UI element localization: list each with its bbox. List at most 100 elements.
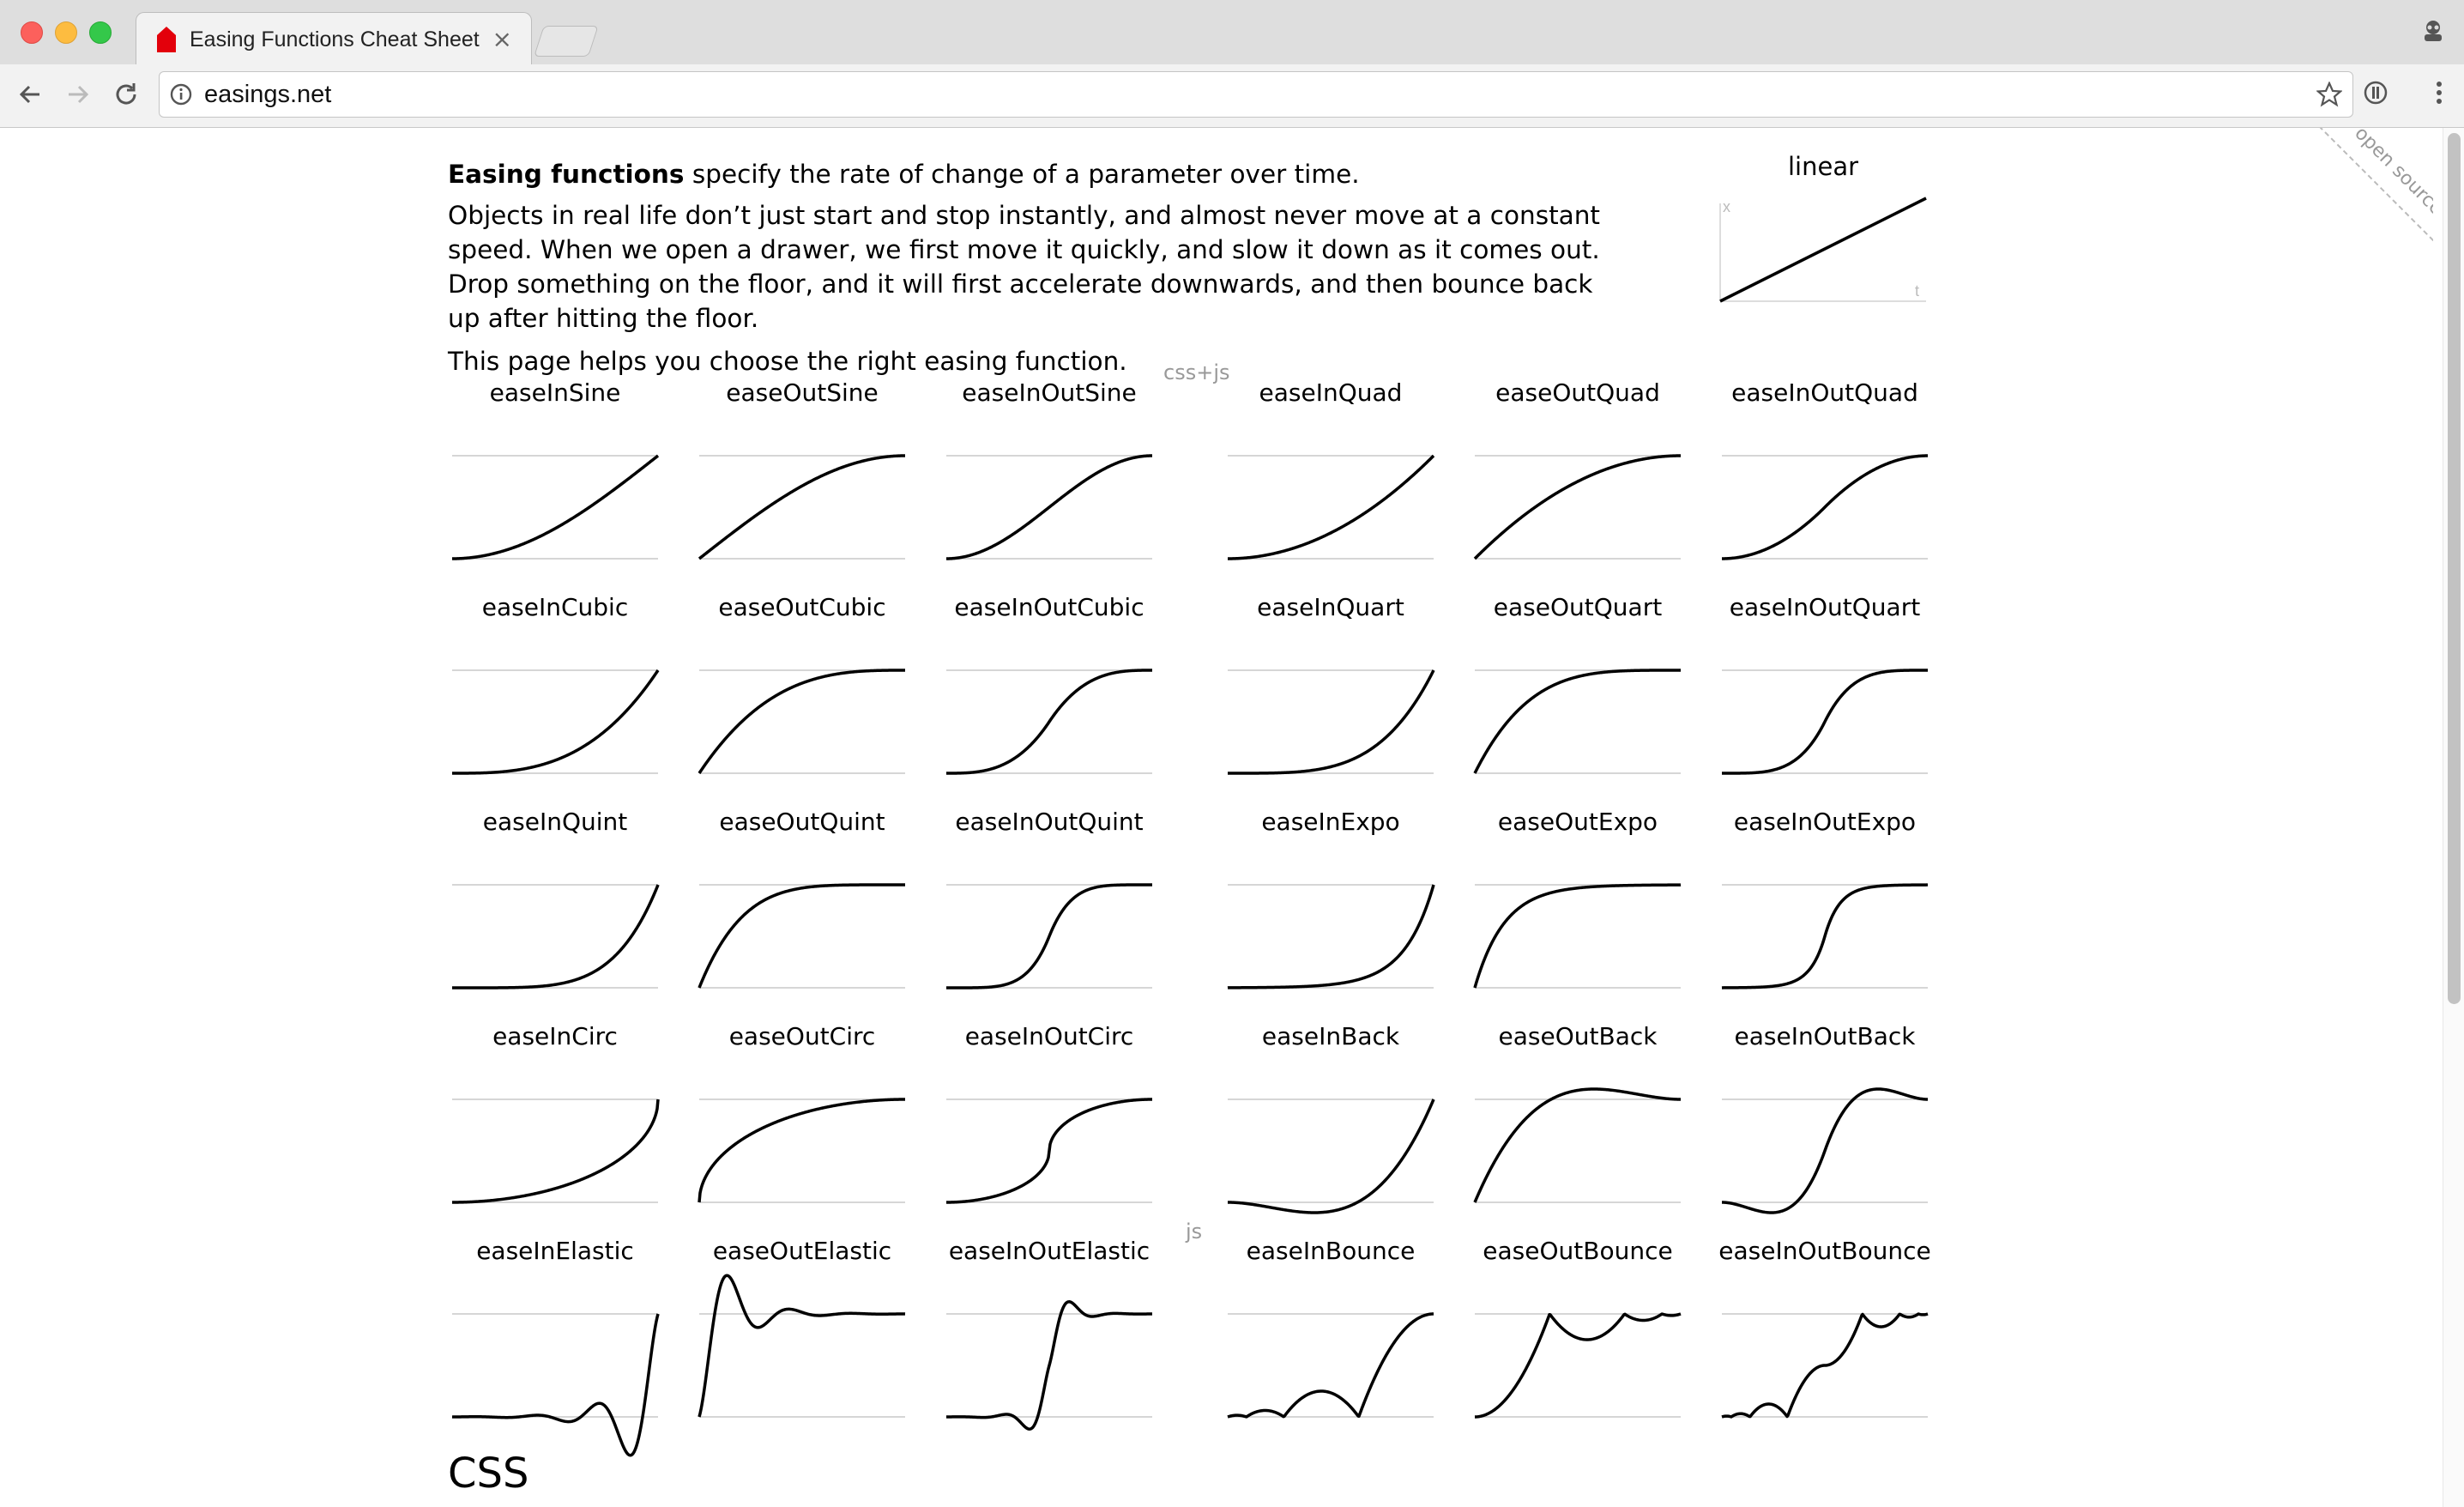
easing-card-ease-in-quart[interactable]: easeInQuart	[1223, 593, 1438, 790]
easing-card-ease-out-quint[interactable]: easeOutQuint	[695, 808, 909, 1005]
easing-curve	[1227, 884, 1435, 990]
reload-icon[interactable]	[112, 80, 141, 109]
easing-name: easeInBack	[1261, 1022, 1400, 1050]
easing-card-ease-out-expo[interactable]: easeOutExpo	[1471, 808, 1685, 1005]
forward-arrow-icon[interactable]	[63, 80, 93, 109]
easing-curve	[1227, 1312, 1434, 1419]
easing-name: easeOutQuart	[1493, 593, 1663, 621]
browser-tab-active[interactable]: Easing Functions Cheat Sheet ×	[136, 12, 532, 66]
easing-name: easeInOutCubic	[954, 593, 1144, 621]
css-section-heading: CSS	[448, 1450, 529, 1498]
easing-card-ease-in-cubic[interactable]: easeInCubic	[448, 593, 662, 790]
easing-curve-plot	[1473, 669, 1682, 774]
intro-call-to-action: This page helps you choose the right eas…	[448, 347, 1127, 376]
window-close-button[interactable]	[21, 21, 43, 44]
easing-card-ease-in-elastic[interactable]: easeInElastic	[448, 1237, 662, 1457]
easing-card-ease-out-quad[interactable]: easeOutQuad	[1471, 378, 1685, 576]
incognito-icon[interactable]	[2419, 17, 2447, 45]
easing-curve-plot	[1473, 1087, 1682, 1203]
easing-curve	[451, 669, 660, 775]
menu-dots-icon[interactable]	[2435, 80, 2443, 106]
easing-curve	[1227, 1098, 1435, 1214]
linear-example[interactable]: linear x t	[1716, 152, 1930, 341]
easing-curve-plot	[1473, 454, 1682, 560]
browser-toolbar: easings.net	[0, 64, 2464, 128]
easing-card-ease-in-quad[interactable]: easeInQuad	[1223, 378, 1438, 576]
bookmark-star-icon[interactable]	[2316, 82, 2342, 107]
easing-card-ease-in-out-quart[interactable]: easeInOutQuart	[1718, 593, 1932, 790]
easing-card-ease-in-back[interactable]: easeInBack	[1223, 1022, 1438, 1220]
easing-card-ease-in-out-back[interactable]: easeInOutBack	[1718, 1022, 1932, 1220]
easing-name: easeOutQuad	[1495, 378, 1660, 407]
easing-curve-plot	[698, 1274, 906, 1418]
open-source-link[interactable]: open source	[2296, 128, 2433, 265]
easing-curve	[1473, 669, 1682, 774]
address-bar[interactable]: easings.net	[159, 71, 2353, 118]
easing-name: easeInOutExpo	[1733, 808, 1917, 836]
easing-curve-plot	[1721, 883, 1929, 990]
easing-curve-plot	[1474, 1312, 1682, 1419]
easing-card-ease-in-out-cubic[interactable]: easeInOutCubic	[942, 593, 1157, 790]
easing-name: easeInOutBounce	[1718, 1237, 1931, 1265]
extension-icon[interactable]	[2363, 80, 2389, 106]
window-maximize-button[interactable]	[89, 21, 112, 44]
easing-card-ease-out-cubic[interactable]: easeOutCubic	[695, 593, 909, 790]
url-text: easings.net	[204, 81, 332, 108]
easing-curve-plot	[1721, 454, 1929, 560]
tab-close-icon[interactable]: ×	[492, 25, 512, 53]
easing-name: easeInQuad	[1259, 378, 1403, 407]
easing-card-ease-in-out-circ[interactable]: easeInOutCirc	[942, 1022, 1157, 1220]
easing-card-ease-in-out-quad[interactable]: easeInOutQuad	[1718, 378, 1932, 576]
easing-curve-plot	[1227, 454, 1435, 560]
easing-name: easeInExpo	[1261, 808, 1400, 836]
easing-card-ease-out-circ[interactable]: easeOutCirc	[695, 1022, 909, 1220]
easing-name: easeInOutSine	[962, 378, 1137, 407]
easing-card-ease-in-circ[interactable]: easeInCirc	[448, 1022, 662, 1220]
page-viewport: open source Easing functions specify the…	[0, 128, 2464, 1507]
easing-card-ease-in-out-quint[interactable]: easeInOutQuint	[942, 808, 1157, 1005]
easing-curve-plot	[945, 454, 1153, 560]
vertical-scrollbar[interactable]	[2443, 128, 2464, 1507]
easing-curve-plot	[451, 1098, 660, 1204]
easing-name: easeInOutCirc	[964, 1022, 1134, 1050]
intro-text: Easing functions specify the rate of cha…	[448, 157, 1649, 387]
easing-curve-plot	[945, 1300, 1153, 1431]
easing-curve	[451, 1098, 660, 1204]
easing-card-ease-in-out-sine[interactable]: easeInOutSine	[942, 378, 1157, 576]
easing-curve-plot	[945, 669, 1153, 775]
window-minimize-button[interactable]	[55, 21, 77, 44]
easing-card-ease-out-back[interactable]: easeOutBack	[1471, 1022, 1685, 1220]
easing-curve	[451, 1313, 660, 1457]
easing-card-ease-in-out-elastic[interactable]: easeInOutElastic	[942, 1237, 1157, 1434]
easing-curve-plot	[1721, 1087, 1929, 1214]
easing-card-ease-in-quint[interactable]: easeInQuint	[448, 808, 662, 1005]
easing-curve	[1721, 1087, 1929, 1214]
easing-card-ease-in-bounce[interactable]: easeInBounce	[1223, 1237, 1438, 1434]
easing-curve	[698, 669, 906, 774]
easing-card-ease-in-out-bounce[interactable]: easeInOutBounce	[1718, 1237, 1932, 1434]
easing-curve	[945, 1098, 1153, 1204]
easing-card-ease-in-sine[interactable]: easeInSine	[448, 378, 662, 576]
js-tag: js	[1186, 1220, 1203, 1244]
intro-lead: Easing functions specify the rate of cha…	[448, 157, 1649, 191]
easing-name: easeOutQuint	[719, 808, 885, 836]
easing-name: easeInCirc	[492, 1022, 618, 1050]
scrollbar-thumb[interactable]	[2448, 133, 2461, 1004]
easing-curve-plot	[1721, 669, 1929, 775]
info-icon[interactable]	[170, 83, 192, 106]
easing-curve	[698, 1274, 906, 1418]
easing-curve	[1474, 1312, 1682, 1419]
easing-card-ease-out-bounce[interactable]: easeOutBounce	[1471, 1237, 1685, 1434]
easing-card-ease-out-sine[interactable]: easeOutSine	[695, 378, 909, 576]
easing-curve	[1721, 1312, 1929, 1419]
easing-curve-plot	[698, 454, 906, 560]
easing-card-ease-in-out-expo[interactable]: easeInOutExpo	[1718, 808, 1932, 1005]
back-arrow-icon[interactable]	[15, 80, 45, 109]
new-tab-button[interactable]	[534, 26, 599, 57]
easing-card-ease-out-quart[interactable]: easeOutQuart	[1471, 593, 1685, 790]
easing-curve	[451, 884, 660, 990]
easing-card-ease-out-elastic[interactable]: easeOutElastic	[695, 1237, 909, 1434]
easing-curve	[1227, 669, 1435, 775]
easing-card-ease-in-expo[interactable]: easeInExpo	[1223, 808, 1438, 1005]
easing-name: easeInElastic	[476, 1237, 634, 1265]
